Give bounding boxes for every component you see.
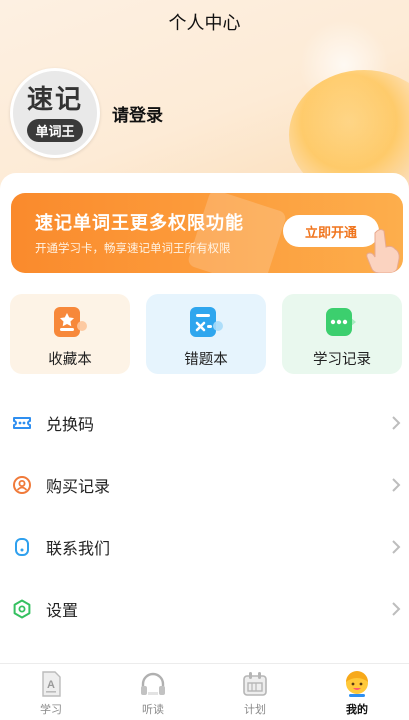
- calendar-icon: [243, 672, 267, 696]
- ticket-icon: [13, 417, 31, 429]
- bottom-tab-bar: A 学习 听读 计划 我的: [0, 663, 409, 720]
- chevron-right-icon: [392, 602, 401, 616]
- vip-banner[interactable]: 速记单词王更多权限功能 开通学习卡，畅享速记单词王所有权限 立即开通: [11, 193, 403, 273]
- page-title: 个人中心: [168, 13, 241, 34]
- menu-item-purchase-history[interactable]: 购买记录: [0, 454, 409, 516]
- tab-study[interactable]: A 学习: [0, 664, 102, 720]
- pointing-hand-icon: [366, 229, 400, 273]
- avatar[interactable]: 速记 单词王: [10, 68, 100, 158]
- headphones-icon: [141, 672, 165, 695]
- vip-subtitle: 开通学习卡，畅享速记单词王所有权限: [35, 241, 231, 255]
- quick-label: 错题本: [184, 352, 228, 368]
- chat-record-icon: [326, 308, 356, 336]
- tab-mine[interactable]: 我的: [306, 664, 408, 720]
- quick-label: 学习记录: [313, 352, 371, 368]
- menu-item-settings[interactable]: 设置: [0, 578, 409, 640]
- menu-label: 购买记录: [46, 477, 111, 496]
- menu-label: 兑换码: [46, 415, 95, 434]
- quick-label: 收藏本: [48, 352, 92, 368]
- quick-records[interactable]: 学习记录: [282, 294, 402, 374]
- user-circle-icon: [13, 476, 31, 494]
- star-book-icon: [54, 307, 87, 337]
- menu-item-redeem-code[interactable]: 兑换码: [0, 392, 409, 454]
- tab-label: 我的: [346, 703, 368, 716]
- menu-item-contact-us[interactable]: 联系我们: [0, 516, 409, 578]
- document-icon: A: [42, 671, 61, 697]
- profile-section[interactable]: 速记 单词王 请登录: [10, 68, 163, 158]
- tab-plan[interactable]: 计划: [204, 664, 306, 720]
- svg-text:A: A: [47, 679, 55, 691]
- tab-label: 计划: [244, 703, 266, 716]
- tab-listen[interactable]: 听读: [102, 664, 204, 720]
- chevron-right-icon: [392, 416, 401, 430]
- contact-icon: [15, 538, 29, 556]
- chevron-right-icon: [392, 478, 401, 492]
- login-link[interactable]: 请登录: [112, 101, 163, 126]
- error-book-icon: [190, 307, 223, 337]
- menu-label: 设置: [46, 601, 79, 620]
- quick-mistakes[interactable]: 错题本: [146, 294, 266, 374]
- profile-avatar-icon: [346, 671, 368, 697]
- vip-title: 速记单词王更多权限功能: [35, 213, 244, 234]
- tab-label: 听读: [142, 703, 164, 716]
- quick-favorites[interactable]: 收藏本: [10, 294, 130, 374]
- tab-label: 学习: [40, 703, 62, 716]
- menu-label: 联系我们: [46, 539, 111, 558]
- avatar-logo-tag: 单词王: [27, 118, 83, 142]
- hexagon-settings-icon: [13, 599, 31, 619]
- chevron-right-icon: [392, 540, 401, 554]
- avatar-logo-text: 速记: [26, 84, 83, 115]
